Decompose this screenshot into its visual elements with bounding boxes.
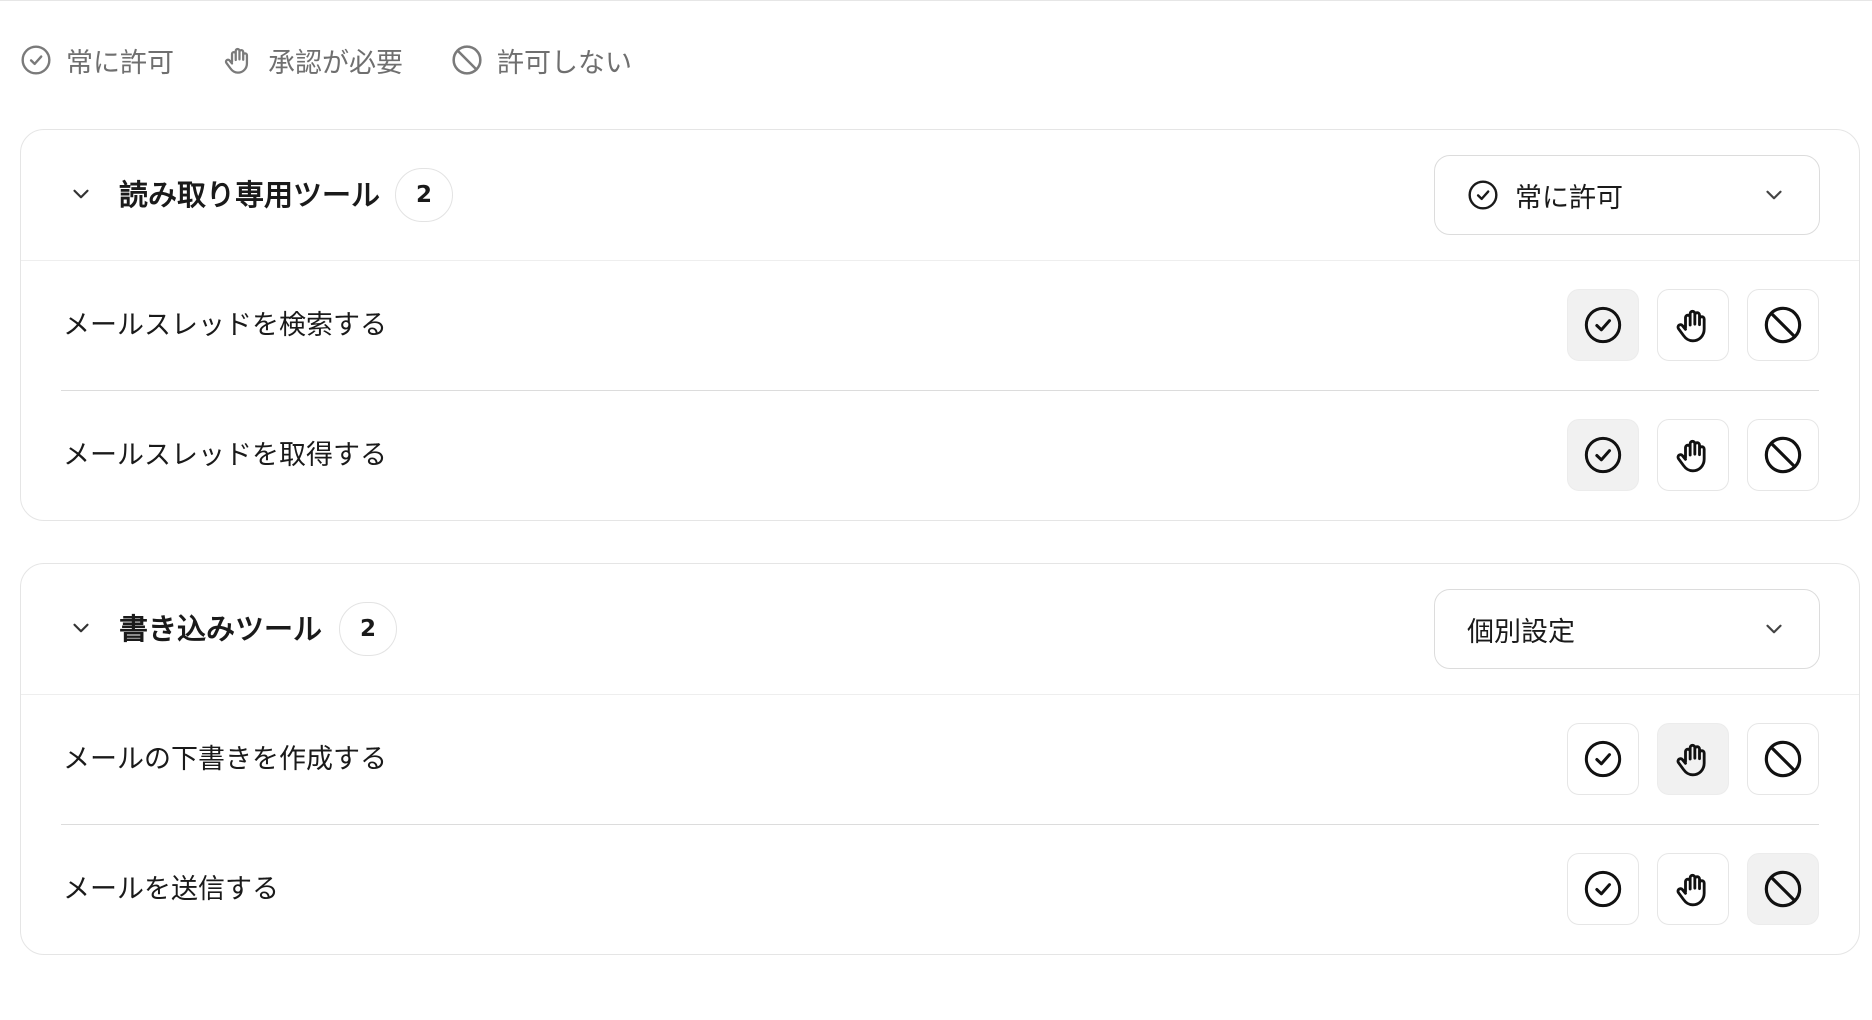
tool-row: メールを送信する [21,825,1859,955]
always-allow-button[interactable] [1567,289,1639,361]
check-circle-icon [1583,739,1623,779]
hand-icon [1673,305,1713,345]
tool-group-read-only: 読み取り専用ツール 2 常に許可 メールスレッドを検索する メールスレッドを取得… [20,129,1860,521]
collapse-button[interactable] [61,608,101,648]
permission-toggle-group [1567,419,1819,491]
tool-group-write: 書き込みツール 2 個別設定 メールの下書きを作成する メールを送信する [20,563,1860,955]
top-divider [0,0,1872,1]
check-circle-icon [1583,435,1623,475]
never-allow-button[interactable] [1747,289,1819,361]
tool-row: メールスレッドを検索する [21,261,1859,391]
hand-icon [1673,869,1713,909]
hand-icon [222,44,254,76]
tool-row: メールスレッドを取得する [21,391,1859,521]
group-title: 書き込みツール [119,612,323,646]
ban-icon [1763,305,1803,345]
tool-name: メールを送信する [63,874,279,905]
check-circle-icon [1583,869,1623,909]
legend-needs-approval-label: 承認が必要 [268,47,403,79]
chevron-down-icon [1761,616,1787,642]
legend-always-allow-label: 常に許可 [66,47,174,79]
check-circle-icon [1467,179,1499,211]
always-allow-button[interactable] [1567,853,1639,925]
legend-never-allow-label: 許可しない [497,47,632,79]
tool-count-badge: 2 [339,602,397,656]
needs-approval-button[interactable] [1657,419,1729,491]
never-allow-button[interactable] [1747,853,1819,925]
tool-name: メールスレッドを検索する [63,310,387,341]
group-mode-label: 個別設定 [1467,616,1575,648]
tool-count-badge: 2 [395,168,453,222]
group-header: 書き込みツール 2 個別設定 [21,564,1859,695]
needs-approval-button[interactable] [1657,289,1729,361]
permission-toggle-group [1567,289,1819,361]
tool-name: メールスレッドを取得する [63,440,387,471]
ban-icon [1763,869,1803,909]
group-title: 読み取り専用ツール [119,178,381,212]
legend-never-allow: 許可しない [451,41,632,80]
always-allow-button[interactable] [1567,419,1639,491]
ban-icon [1763,739,1803,779]
legend-always-allow: 常に許可 [20,41,174,80]
hand-icon [1673,435,1713,475]
group-mode-label: 常に許可 [1515,182,1623,214]
permission-toggle-group [1567,723,1819,795]
chevron-down-icon [68,181,94,207]
tool-row: メールの下書きを作成する [21,695,1859,825]
needs-approval-button[interactable] [1657,723,1729,795]
check-circle-icon [20,44,52,76]
collapse-button[interactable] [61,174,101,214]
never-allow-button[interactable] [1747,419,1819,491]
ban-icon [1763,435,1803,475]
permission-legend: 常に許可 承認が必要 許可しない [20,40,632,80]
chevron-down-icon [68,615,94,641]
chevron-down-icon [1761,182,1787,208]
ban-icon [451,44,483,76]
group-header: 読み取り専用ツール 2 常に許可 [21,130,1859,261]
group-mode-select[interactable]: 個別設定 [1434,589,1820,669]
hand-icon [1673,739,1713,779]
permission-toggle-group [1567,853,1819,925]
never-allow-button[interactable] [1747,723,1819,795]
group-mode-select[interactable]: 常に許可 [1434,155,1820,235]
check-circle-icon [1583,305,1623,345]
legend-needs-approval: 承認が必要 [222,41,403,80]
tool-name: メールの下書きを作成する [63,744,387,775]
always-allow-button[interactable] [1567,723,1639,795]
needs-approval-button[interactable] [1657,853,1729,925]
